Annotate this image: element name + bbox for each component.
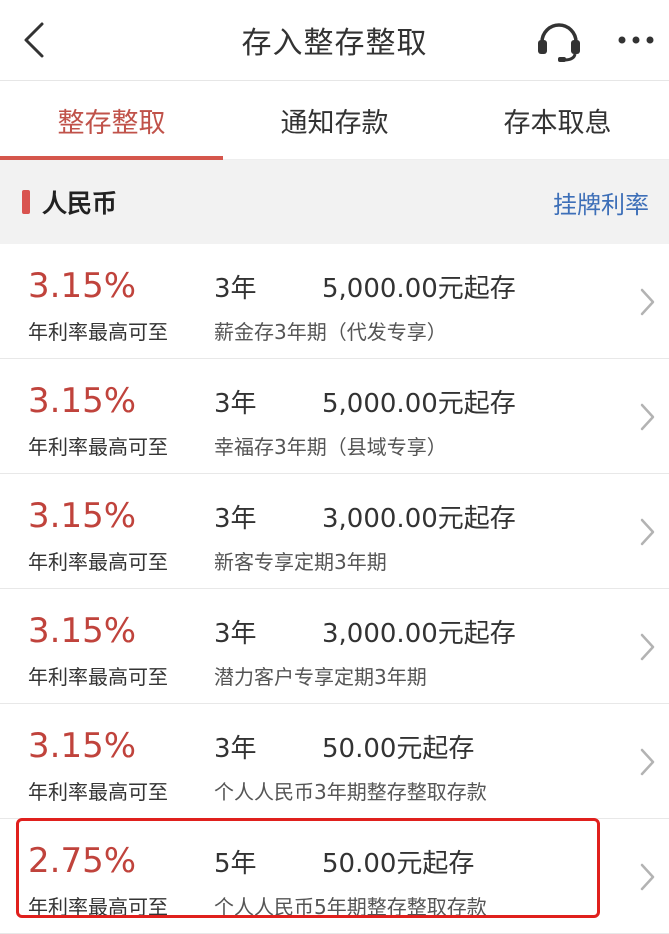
product-rate: 3.15% — [28, 496, 137, 536]
currency-section-header: 人民币 挂牌利率 — [0, 160, 669, 244]
product-name: 潜力客户专享定期3年期 — [214, 665, 427, 689]
listed-rate-link[interactable]: 挂牌利率 — [553, 185, 649, 220]
product-item[interactable]: 3.15% 年利率最高可至 3年 50.00元起存 个人人民币3年期整存整取存款 — [0, 704, 669, 819]
chevron-right-icon — [640, 863, 655, 891]
product-term: 3年 — [214, 734, 257, 764]
product-min-amount: 50.00元起存 — [322, 849, 475, 879]
chevron-right-icon — [640, 633, 655, 661]
product-name: 个人人民币5年期整存整取存款 — [214, 895, 487, 919]
chevron-right-icon — [640, 288, 655, 316]
product-rate-label: 年利率最高可至 — [28, 895, 168, 919]
product-term: 3年 — [214, 274, 257, 304]
product-rate-label: 年利率最高可至 — [28, 435, 168, 459]
chevron-right-icon — [640, 403, 655, 431]
product-rate-label: 年利率最高可至 — [28, 320, 168, 344]
chevron-right-icon — [640, 748, 655, 776]
section-title: 人民币 — [42, 189, 118, 218]
tab-notice-deposit[interactable]: 通知存款 — [223, 81, 446, 159]
product-rate-label: 年利率最高可至 — [28, 780, 168, 804]
headset-icon[interactable] — [534, 16, 584, 62]
product-item[interactable]: 3.15% 年利率最高可至 3年 5,000.00元起存 薪金存3年期（代发专享… — [0, 244, 669, 359]
product-item[interactable]: 3.15% 年利率最高可至 3年 5,000.00元起存 幸福存3年期（县域专享… — [0, 359, 669, 474]
product-name: 个人人民币3年期整存整取存款 — [214, 780, 487, 804]
chevron-right-icon — [640, 518, 655, 546]
product-list: 3.15% 年利率最高可至 3年 5,000.00元起存 薪金存3年期（代发专享… — [0, 244, 669, 934]
chevron-left-icon[interactable] — [14, 18, 54, 62]
product-rate: 3.15% — [28, 266, 137, 306]
product-term: 3年 — [214, 504, 257, 534]
product-term: 3年 — [214, 619, 257, 649]
tab-lump-sum[interactable]: 整存整取 — [0, 81, 223, 160]
product-min-amount: 3,000.00元起存 — [322, 504, 516, 534]
product-term: 5年 — [214, 849, 257, 879]
product-min-amount: 5,000.00元起存 — [322, 274, 516, 304]
product-min-amount: 50.00元起存 — [322, 734, 475, 764]
top-nav-bar: 存入整存整取 — [0, 0, 669, 81]
section-marker — [22, 190, 30, 214]
product-rate: 2.75% — [28, 841, 137, 881]
product-min-amount: 5,000.00元起存 — [322, 389, 516, 419]
product-name: 薪金存3年期（代发专享） — [214, 320, 447, 344]
product-rate: 3.15% — [28, 726, 137, 766]
tab-interest-withdrawal[interactable]: 存本取息 — [446, 81, 669, 159]
more-dots-icon[interactable] — [612, 20, 660, 60]
page-title: 存入整存整取 — [241, 26, 428, 61]
product-name: 幸福存3年期（县域专享） — [214, 435, 447, 459]
product-term: 3年 — [214, 389, 257, 419]
product-item[interactable]: 2.75% 年利率最高可至 5年 50.00元起存 个人人民币5年期整存整取存款 — [0, 819, 669, 934]
product-item[interactable]: 3.15% 年利率最高可至 3年 3,000.00元起存 新客专享定期3年期 — [0, 474, 669, 589]
tab-bar: 整存整取 通知存款 存本取息 — [0, 81, 669, 160]
product-rate-label: 年利率最高可至 — [28, 550, 168, 574]
product-name: 新客专享定期3年期 — [214, 550, 387, 574]
product-rate: 3.15% — [28, 381, 137, 421]
product-min-amount: 3,000.00元起存 — [322, 619, 516, 649]
product-rate-label: 年利率最高可至 — [28, 665, 168, 689]
product-rate: 3.15% — [28, 611, 137, 651]
product-item[interactable]: 3.15% 年利率最高可至 3年 3,000.00元起存 潜力客户专享定期3年期 — [0, 589, 669, 704]
